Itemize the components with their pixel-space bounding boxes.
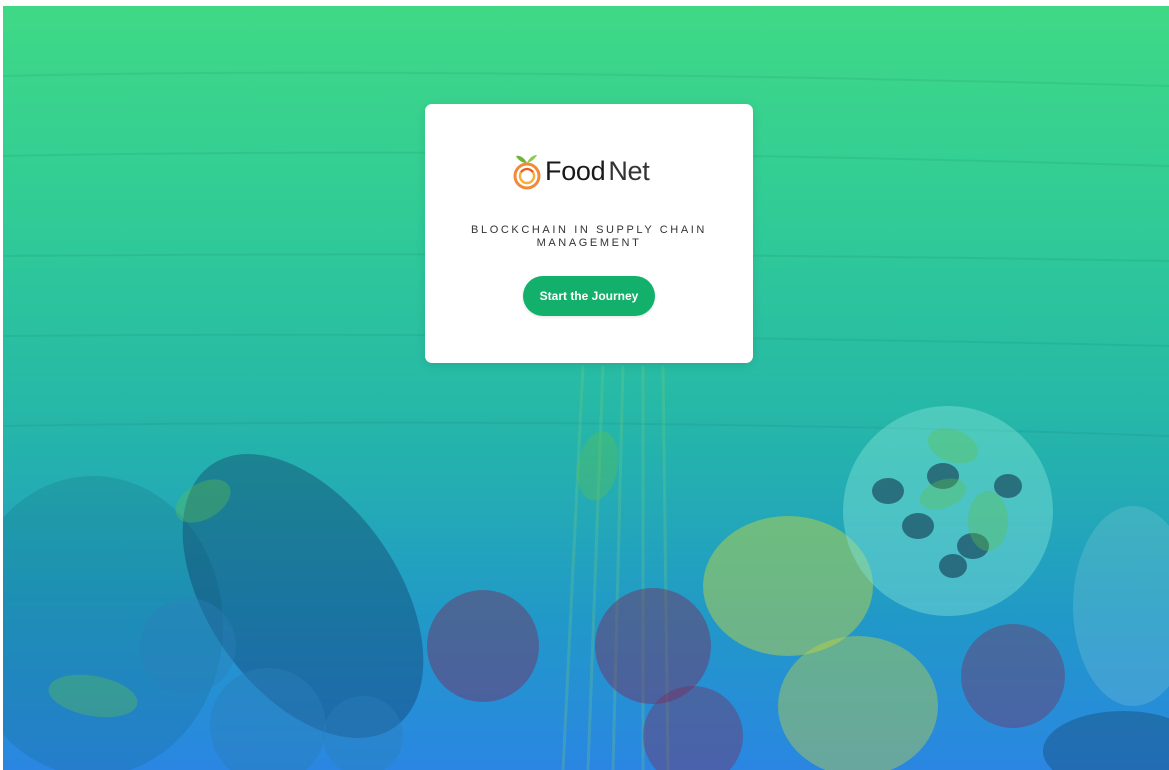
intro-card: Food Net BLOCKCHAIN IN SUPPLY CHAIN MANAG… (425, 104, 753, 363)
foodnet-logo: Food Net (513, 151, 650, 191)
start-journey-button[interactable]: Start the Journey (523, 276, 655, 316)
brand-name-net: Net (608, 155, 650, 186)
orange-fruit-icon (513, 155, 541, 190)
tagline: BLOCKCHAIN IN SUPPLY CHAIN MANAGEMENT (471, 224, 707, 249)
hero-background: Food Net BLOCKCHAIN IN SUPPLY CHAIN MANAG… (3, 6, 1169, 770)
brand-name-food: Food (545, 155, 606, 186)
brand-name: Food Net (545, 155, 650, 187)
